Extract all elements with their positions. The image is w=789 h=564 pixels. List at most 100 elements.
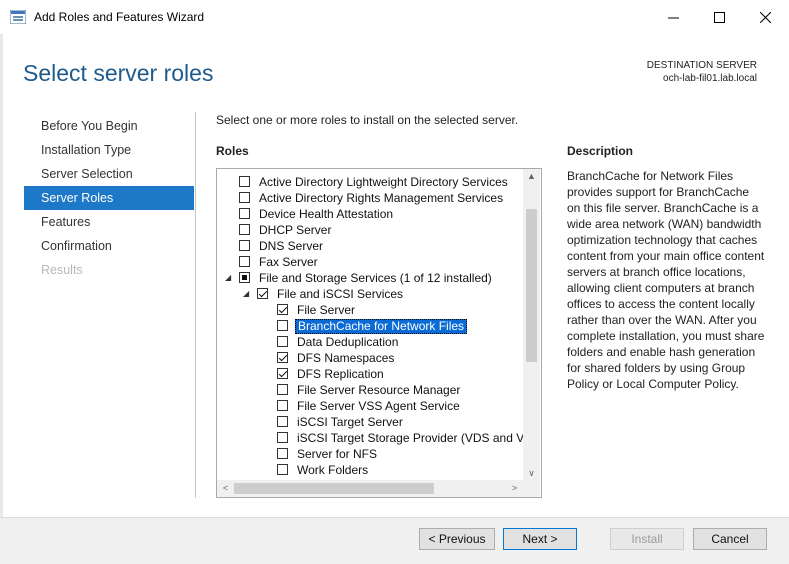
checkbox[interactable]: [239, 240, 250, 251]
description-header: Description: [567, 144, 634, 158]
role-label[interactable]: File Server Resource Manager: [297, 382, 460, 398]
role-label[interactable]: iSCSI Target Server: [297, 414, 403, 430]
role-item[interactable]: BranchCache for Network Files: [217, 318, 523, 334]
checkbox[interactable]: [277, 448, 288, 459]
nav-item-results: Results: [41, 263, 83, 277]
roles-list: Active Directory Lightweight Directory S…: [217, 174, 540, 478]
role-item[interactable]: Device Health Attestation: [217, 206, 523, 222]
maximize-icon: [713, 11, 725, 23]
nav-item-installation-type[interactable]: Installation Type: [24, 138, 194, 162]
instruction-text: Select one or more roles to install on t…: [216, 113, 519, 127]
role-item[interactable]: Active Directory Rights Management Servi…: [217, 190, 523, 206]
window-left-edge: [0, 34, 3, 563]
role-label[interactable]: Server for NFS: [297, 446, 377, 462]
nav-item-server-roles[interactable]: Server Roles: [24, 186, 194, 210]
cancel-button[interactable]: Cancel: [693, 528, 767, 550]
checkbox[interactable]: [239, 208, 250, 219]
role-item[interactable]: iSCSI Target Storage Provider (VDS and V…: [217, 430, 540, 446]
scroll-up-arrow-icon[interactable]: ▲: [523, 169, 540, 183]
install-button[interactable]: Install: [610, 528, 684, 550]
role-label[interactable]: File Server: [297, 302, 355, 318]
title-bar: Add Roles and Features Wizard: [0, 0, 789, 34]
window-title: Add Roles and Features Wizard: [34, 10, 205, 24]
minimize-icon: [667, 17, 679, 18]
horizontal-scrollbar[interactable]: < >: [217, 480, 523, 497]
role-item[interactable]: DNS Server: [217, 238, 523, 254]
role-item[interactable]: iSCSI Target Server: [217, 414, 523, 430]
next-button[interactable]: Next >: [503, 528, 577, 550]
checkbox[interactable]: [277, 464, 288, 475]
role-label[interactable]: iSCSI Target Storage Provider (VDS and V…: [297, 430, 540, 446]
close-button[interactable]: [742, 0, 788, 34]
nav-item-server-selection[interactable]: Server Selection: [24, 162, 194, 186]
checkbox[interactable]: [277, 320, 288, 331]
role-item[interactable]: File Server Resource Manager: [217, 382, 523, 398]
checkbox-checked[interactable]: [277, 352, 288, 363]
previous-button[interactable]: < Previous: [419, 528, 495, 550]
nav-divider: [195, 112, 196, 498]
role-label[interactable]: Device Health Attestation: [259, 206, 393, 222]
checkbox-checked[interactable]: [257, 288, 268, 299]
server-manager-icon: [10, 10, 26, 24]
checkbox[interactable]: [277, 416, 288, 427]
role-item[interactable]: Work Folders: [217, 462, 523, 478]
vertical-scroll-thumb[interactable]: [526, 209, 537, 362]
role-item[interactable]: Server for NFS: [217, 446, 523, 462]
wizard-steps-nav: Before You Begin Installation Type Server …: [24, 114, 194, 282]
role-label[interactable]: DFS Replication: [297, 366, 384, 382]
nav-item-confirmation[interactable]: Confirmation: [24, 234, 194, 258]
checkbox-checked[interactable]: [277, 368, 288, 379]
minimize-button[interactable]: [650, 0, 696, 34]
close-icon: [759, 11, 771, 23]
roles-tree[interactable]: Active Directory Lightweight Directory S…: [216, 168, 542, 498]
expander-collapse-icon[interactable]: ◢: [225, 270, 231, 286]
role-label[interactable]: DFS Namespaces: [297, 350, 394, 366]
role-label[interactable]: DNS Server: [259, 238, 323, 254]
checkbox[interactable]: [239, 176, 250, 187]
nav-item-before-you-begin[interactable]: Before You Begin: [24, 114, 194, 138]
role-item[interactable]: ◢ File and iSCSI Services: [217, 286, 523, 302]
expander-collapse-icon[interactable]: ◢: [243, 286, 249, 302]
checkbox-checked[interactable]: [277, 304, 288, 315]
checkbox[interactable]: [239, 192, 250, 203]
checkbox-partial[interactable]: [239, 272, 250, 283]
vertical-scrollbar[interactable]: ▲ ∨: [523, 169, 540, 480]
scroll-right-arrow-icon[interactable]: >: [506, 480, 523, 497]
scroll-down-arrow-icon[interactable]: ∨: [523, 466, 540, 480]
role-item[interactable]: Fax Server: [217, 254, 523, 270]
horizontal-scroll-thumb[interactable]: [234, 483, 434, 494]
role-label[interactable]: Data Deduplication: [297, 334, 398, 350]
roles-header: Roles: [216, 144, 249, 158]
role-item[interactable]: DFS Namespaces: [217, 350, 523, 366]
checkbox[interactable]: [277, 432, 288, 443]
role-item[interactable]: ◢ File and Storage Services (1 of 12 inst…: [217, 270, 523, 286]
checkbox[interactable]: [277, 400, 288, 411]
checkbox[interactable]: [277, 384, 288, 395]
page-title: Select server roles: [23, 60, 214, 86]
destination-server-info: DESTINATION SERVER och-lab-fil01.lab.loc…: [647, 59, 757, 85]
scroll-left-arrow-icon[interactable]: <: [217, 480, 234, 497]
role-label[interactable]: Active Directory Lightweight Directory S…: [259, 174, 508, 190]
role-label[interactable]: Active Directory Rights Management Servi…: [259, 190, 503, 206]
role-item[interactable]: File Server: [217, 302, 523, 318]
role-label[interactable]: Work Folders: [297, 462, 368, 478]
role-label[interactable]: Fax Server: [259, 254, 318, 270]
scrollbar-corner: [523, 480, 540, 497]
role-label[interactable]: BranchCache for Network Files: [295, 319, 468, 334]
checkbox[interactable]: [277, 336, 288, 347]
role-item[interactable]: File Server VSS Agent Service: [217, 398, 523, 414]
role-label[interactable]: File and iSCSI Services: [277, 286, 403, 302]
maximize-button[interactable]: [696, 0, 742, 34]
role-description: BranchCache for Network Files provides s…: [567, 169, 765, 391]
destination-server-name: och-lab-fil01.lab.local: [663, 73, 757, 84]
role-item[interactable]: DFS Replication: [217, 366, 523, 382]
role-item[interactable]: DHCP Server: [217, 222, 523, 238]
role-label[interactable]: File Server VSS Agent Service: [297, 398, 460, 414]
checkbox[interactable]: [239, 224, 250, 235]
nav-item-features[interactable]: Features: [24, 210, 194, 234]
role-label[interactable]: DHCP Server: [259, 222, 331, 238]
role-item[interactable]: Data Deduplication: [217, 334, 523, 350]
role-item[interactable]: Active Directory Lightweight Directory S…: [217, 174, 523, 190]
role-label[interactable]: File and Storage Services (1 of 12 insta…: [259, 270, 492, 286]
checkbox[interactable]: [239, 256, 250, 267]
